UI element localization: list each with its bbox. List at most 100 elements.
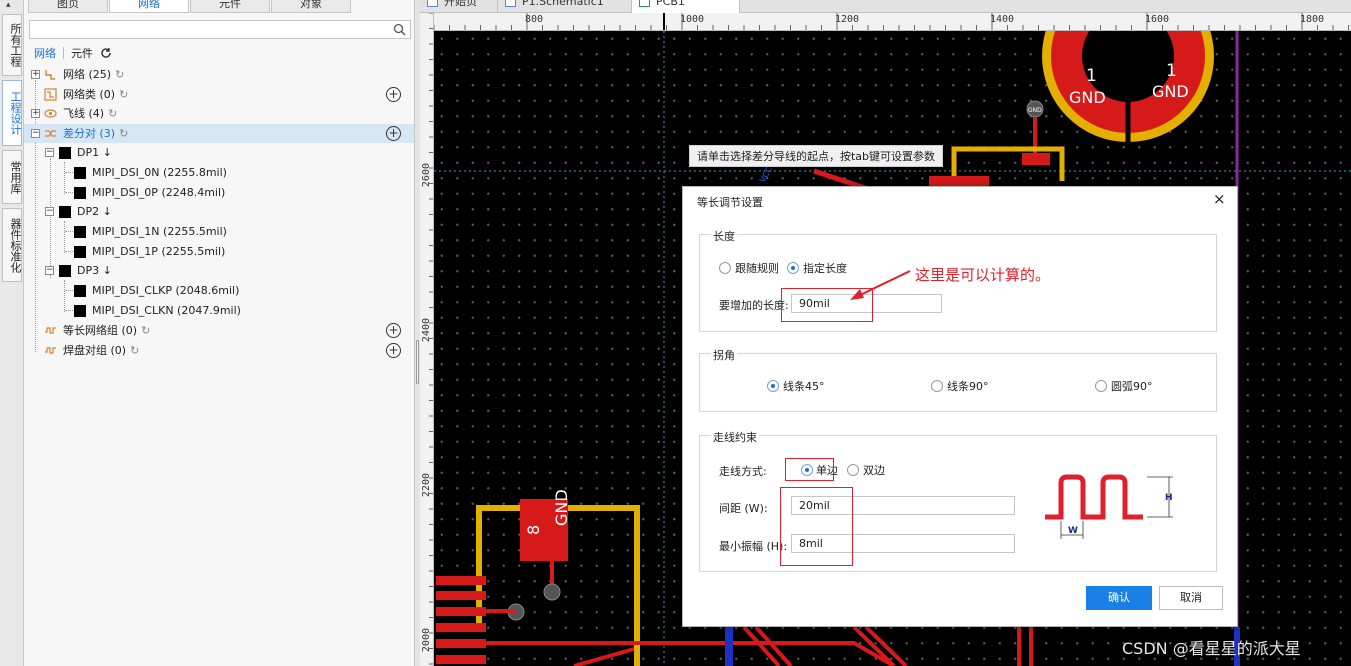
pad-label: GND — [1152, 82, 1189, 101]
radio-double-side-label[interactable]: 双边 — [863, 462, 885, 478]
mounting-pad: 1 GND 1 GND — [1042, 31, 1214, 142]
splitter-grip[interactable] — [416, 340, 419, 384]
tree-item-diffpairs[interactable]: − 差分对 (3) ↻ + — [24, 124, 414, 143]
spacing-label: 间距 (W): — [719, 502, 768, 515]
meander-diagram: H W — [1045, 474, 1173, 539]
tree-item-nets[interactable]: + 网络 (25) ↻ — [24, 65, 414, 84]
tab-start-page[interactable]: 开始页 — [420, 0, 498, 13]
tree-item-net[interactable]: MIPI_DSI_1P (2255.5mil) — [24, 242, 414, 261]
vertical-tab-strip: ▴ 所有工程 工程设计 常用库 器件标准化 — [0, 0, 24, 666]
close-icon[interactable]: × — [1213, 190, 1226, 208]
radio-line-90-label[interactable]: 线条90° — [947, 378, 989, 394]
refresh-icon[interactable]: ↻ — [115, 65, 124, 84]
search-icon[interactable] — [393, 23, 406, 36]
radio-arc-90[interactable] — [1095, 380, 1107, 392]
dialog-title: 等长调节设置 — [697, 196, 763, 209]
tree-label: 网络 — [63, 68, 85, 81]
collapse-icon[interactable]: − — [45, 266, 54, 275]
tree-label: MIPI_DSI_1P (2255.5mil) — [92, 245, 226, 258]
expand-icon[interactable]: + — [31, 70, 40, 79]
collapse-icon[interactable]: − — [31, 129, 40, 138]
vtab-project-design[interactable]: 工程设计 — [2, 80, 22, 146]
cancel-button[interactable]: 取消 — [1159, 586, 1223, 610]
status-hint: 请单击选择差分导线的起点，按tab键可设置参数 — [689, 145, 944, 167]
color-swatch — [74, 246, 86, 258]
tree-label: 焊盘对组 — [63, 344, 107, 357]
tree-item-length-group[interactable]: 等长网络组 (0) ↻ + — [24, 321, 414, 340]
collapse-icon[interactable]: − — [45, 207, 54, 216]
tab-objects[interactable]: 对象 — [271, 0, 351, 13]
vertical-ruler: 2600 2400 2200 2000 — [420, 13, 434, 666]
add-diffpair-button[interactable]: + — [386, 126, 401, 141]
vtab-component-standardization[interactable]: 器件标准化 — [2, 208, 22, 282]
subtab-components[interactable]: 元件 — [71, 45, 93, 61]
tree-item-pad-pair-group[interactable]: 焊盘对组 (0) ↻ + — [24, 341, 414, 360]
annotation-arrow-icon — [850, 270, 911, 300]
panel-tabs: 图页 网络 元件 对象 — [28, 0, 414, 13]
add-length-group-button[interactable]: + — [386, 323, 401, 338]
tree-count: (3) — [99, 127, 116, 140]
tree-item-net[interactable]: MIPI_DSI_1N (2255.5mil) — [24, 222, 414, 241]
add-netclass-button[interactable]: + — [386, 87, 401, 102]
vtab-common-library[interactable]: 常用库 — [2, 150, 22, 204]
tab-label: 开始页 — [444, 0, 477, 8]
tree-count: (0) — [121, 324, 138, 337]
ruler-label: 1600 — [1145, 14, 1170, 25]
add-pad-pair-button[interactable]: + — [386, 343, 401, 358]
tab-sheets[interactable]: 图页 — [28, 0, 108, 13]
refresh-icon[interactable]: ↻ — [141, 321, 150, 340]
tree-label: DP1 ↓ — [77, 146, 112, 159]
tree-item-dp2[interactable]: − DP2 ↓ — [24, 202, 414, 221]
ruler-label: 1800 — [1300, 14, 1325, 25]
tree-item-net[interactable]: MIPI_DSI_0P (2248.4mil) — [24, 183, 414, 202]
tree-count: (4) — [88, 107, 105, 120]
ruler-label: 2200 — [421, 473, 432, 498]
tree-item-netclass[interactable]: 网络类 (0) ↻ + — [24, 85, 414, 104]
refresh-icon[interactable]: ↻ — [119, 85, 128, 104]
ruler-ticks — [434, 13, 1349, 30]
radio-specify-length[interactable] — [787, 262, 799, 274]
radio-follow-rule[interactable] — [719, 262, 731, 274]
watermark: CSDN @看星星的派大星 — [1122, 639, 1301, 658]
vtab-all-projects[interactable]: 所有工程 — [2, 14, 22, 76]
tree-item-flylines[interactable]: + 飞线 (4) ↻ — [24, 104, 414, 123]
refresh-icon[interactable]: ↻ — [108, 104, 117, 123]
tab-schematic[interactable]: P1.Schematic1 — [498, 0, 632, 13]
tree-label: 等长网络组 — [63, 324, 118, 337]
refresh-icon[interactable]: ↻ — [119, 124, 128, 143]
radio-arc-90-label[interactable]: 圆弧90° — [1111, 378, 1153, 394]
subtab-nets[interactable]: 网络 — [34, 45, 56, 61]
radio-specify-length-label[interactable]: 指定长度 — [803, 260, 847, 276]
radio-double-side[interactable] — [847, 464, 859, 476]
tree-label: DP3 ↓ — [77, 264, 112, 277]
radio-line-45[interactable] — [767, 380, 779, 392]
collapse-arrow-icon[interactable]: ▴ — [6, 0, 11, 10]
collapse-icon[interactable]: − — [45, 148, 54, 157]
refresh-icon[interactable]: ↻ — [130, 341, 139, 360]
tab-pcb[interactable]: PCB1 — [632, 0, 740, 13]
pad-pair-icon — [45, 347, 56, 354]
amplitude-label: 最小振幅 (H): — [719, 540, 788, 553]
tree-label: 网络类 — [63, 88, 96, 101]
tree-item-net[interactable]: MIPI_DSI_0N (2255.8mil) — [24, 163, 414, 182]
confirm-button[interactable]: 确认 — [1086, 586, 1152, 610]
expand-icon[interactable]: + — [31, 109, 40, 118]
radio-follow-rule-label[interactable]: 跟随规则 — [735, 260, 779, 276]
refresh-icon[interactable] — [100, 47, 112, 59]
tab-nets[interactable]: 网络 — [109, 0, 189, 13]
radio-line-90[interactable] — [931, 380, 943, 392]
search-input[interactable] — [29, 20, 411, 39]
tree-item-net[interactable]: MIPI_DSI_CLKP (2048.6mil) — [24, 281, 414, 300]
tree-item-net[interactable]: MIPI_DSI_CLKN (2047.9mil) — [24, 301, 414, 320]
tree-label: MIPI_DSI_1N (2255.5mil) — [92, 225, 227, 238]
pad-label: 1 — [1166, 61, 1177, 81]
diagram-h-label: H — [1165, 493, 1173, 503]
radio-line-45-label[interactable]: 线条45° — [783, 378, 825, 394]
pcb-icon — [639, 0, 650, 7]
tree-item-dp1[interactable]: − DP1 ↓ — [24, 143, 414, 162]
tab-components[interactable]: 元件 — [190, 0, 270, 13]
tree-item-dp3[interactable]: − DP3 ↓ — [24, 261, 414, 280]
ruler-label: 1400 — [990, 14, 1015, 25]
routing-constraint-label: 走线约束 — [711, 429, 759, 445]
tree-label: 差分对 — [63, 127, 96, 140]
